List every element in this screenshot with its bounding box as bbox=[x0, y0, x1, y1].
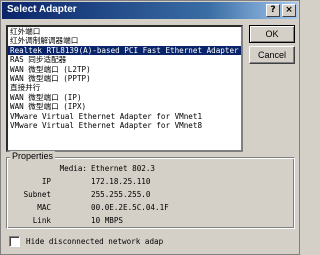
adapter-item[interactable]: RAS 同步适配器 bbox=[8, 55, 241, 64]
window-title: Select Adapter bbox=[7, 4, 77, 15]
select-adapter-dialog: Select Adapter ? × 红外端口 红外调制解调器端口 Realte… bbox=[0, 0, 300, 255]
media-value: Ethernet 802.3 bbox=[91, 164, 156, 173]
adapter-item[interactable]: WAN 微型端口 (PPTP) bbox=[8, 74, 241, 83]
mac-row: MAC 00.0E.2E.5C.04.1F bbox=[7, 203, 287, 213]
properties-group: Media: Ethernet 802.3 IP 172.18.25.110 S… bbox=[6, 157, 295, 229]
adapter-item[interactable]: WAN 微型端口 (IP) bbox=[8, 93, 241, 102]
subnet-value: 255.255.255.0 bbox=[91, 190, 151, 199]
link-label: Link bbox=[32, 216, 51, 225]
adapter-item[interactable]: 红外端口 bbox=[8, 27, 241, 36]
close-button[interactable]: × bbox=[282, 4, 296, 17]
ok-button[interactable]: OK bbox=[249, 25, 295, 43]
subnet-row: Subnet 255.255.255.0 bbox=[7, 190, 287, 200]
adapter-list[interactable]: 红外端口 红外调制解调器端口 Realtek RTL8139(A)-based … bbox=[6, 25, 243, 152]
adapter-item[interactable]: 红外调制解调器端口 bbox=[8, 36, 241, 45]
properties-label: Properties bbox=[10, 151, 56, 161]
media-label: Media: bbox=[59, 164, 87, 173]
adapter-item[interactable]: WAN 微型端口 (L2TP) bbox=[8, 65, 241, 74]
ip-value: 172.18.25.110 bbox=[91, 177, 151, 186]
adapter-item[interactable]: WAN 微型端口 (IPX) bbox=[8, 102, 241, 111]
adapter-item[interactable]: VMware Virtual Ethernet Adapter for VMne… bbox=[8, 121, 241, 130]
link-row: Link 10 MBPS bbox=[7, 216, 287, 226]
title-bar[interactable]: Select Adapter ? × bbox=[2, 2, 298, 19]
subnet-label: Subnet bbox=[23, 190, 51, 199]
ip-label: IP bbox=[41, 177, 51, 186]
hide-disconnected-label[interactable]: Hide disconnected network adap bbox=[26, 237, 163, 246]
hide-disconnected-checkbox[interactable] bbox=[9, 236, 20, 247]
adapter-item[interactable]: 直接并行 bbox=[8, 83, 241, 92]
adapter-item-selected[interactable]: Realtek RTL8139(A)-based PCI Fast Ethern… bbox=[8, 45, 241, 56]
link-value: 10 MBPS bbox=[91, 216, 124, 225]
ip-row: IP 172.18.25.110 bbox=[7, 177, 287, 187]
media-row: Media: Ethernet 802.3 bbox=[7, 164, 287, 174]
mac-value: 00.0E.2E.5C.04.1F bbox=[91, 203, 169, 212]
help-button[interactable]: ? bbox=[266, 4, 280, 17]
cancel-button[interactable]: Cancel bbox=[249, 46, 295, 64]
mac-label: MAC bbox=[37, 203, 51, 212]
adapter-item[interactable]: VMware Virtual Ethernet Adapter for VMne… bbox=[8, 112, 241, 121]
